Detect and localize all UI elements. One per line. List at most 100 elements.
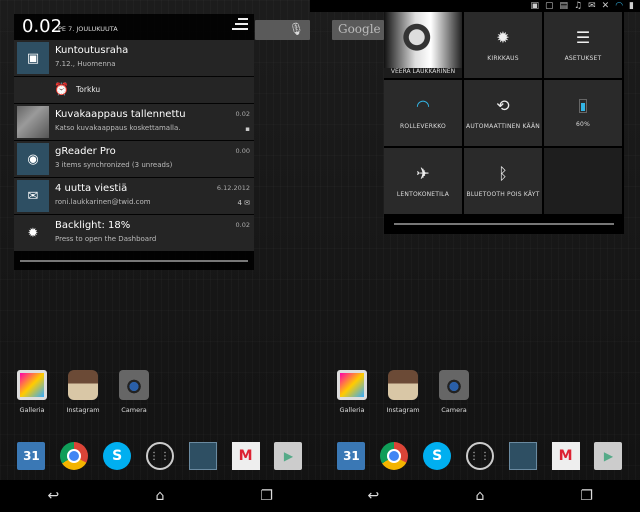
snooze-action[interactable]: ⏰ Torkku xyxy=(14,77,254,103)
gallery-icon xyxy=(337,370,367,400)
notification-item[interactable]: ✹ Backlight: 18% Press to open the Dashb… xyxy=(14,215,254,251)
reader-icon: ♫ xyxy=(574,1,583,11)
mic-icon[interactable]: 🎙 xyxy=(289,22,304,36)
profile-name: VEERA LAUKKARINEN xyxy=(390,68,456,75)
gallery-icon xyxy=(17,370,47,400)
play-store-icon[interactable]: ▶ xyxy=(594,442,623,470)
notification-subtitle: 7.12., Huomenna xyxy=(55,60,116,68)
settings-app-icon[interactable] xyxy=(508,442,537,470)
app-instagram[interactable]: Instagram xyxy=(61,370,105,414)
notification-subtitle: Press to open the Dashboard xyxy=(55,235,157,243)
notification-title: Kuntoutusraha xyxy=(55,45,129,56)
bluetooth-tile[interactable]: ᛒ BLUETOOTH POIS KÄYT xyxy=(464,148,542,214)
tile-label: ROLLEVERKKO xyxy=(400,123,446,130)
dock: 31 S ⋮⋮ M ▶ xyxy=(10,440,310,472)
notification-item[interactable]: Kuvakaappaus tallennettu Katso kuvakaapp… xyxy=(14,104,254,140)
skype-icon[interactable]: S xyxy=(423,442,452,470)
app-gallery[interactable]: Galleria xyxy=(330,370,374,414)
camera-icon xyxy=(439,370,469,400)
profile-tile[interactable]: VEERA LAUKKARINEN xyxy=(384,12,462,78)
bluetooth-icon: ᛒ xyxy=(498,164,508,183)
notification-item[interactable]: ◉ gReader Pro 3 items synchronized (3 un… xyxy=(14,141,254,177)
email-icon: ✉ xyxy=(17,180,49,212)
brightness-tile[interactable]: ✹ KIRKKAUS xyxy=(464,12,542,78)
google-label: Google xyxy=(338,22,381,36)
app-label: Galleria xyxy=(339,406,365,414)
quick-settings-panel: VEERA LAUKKARINEN ✹ KIRKKAUS ☰ ASETUKSET… xyxy=(384,12,624,234)
quick-settings-drag-handle[interactable] xyxy=(394,223,614,225)
battery-icon: ▮ xyxy=(629,1,634,11)
play-store-icon[interactable]: ▶ xyxy=(274,442,303,470)
settings-tile[interactable]: ☰ ASETUKSET xyxy=(544,12,622,78)
navigation-bar: ↩ ⌂ ❐ xyxy=(320,480,640,512)
tile-label: AUTOMAATTINEN KÄÄN xyxy=(466,123,540,130)
rss-icon: ◉ xyxy=(17,143,49,175)
instagram-icon xyxy=(388,370,418,400)
chrome-icon[interactable] xyxy=(60,442,89,470)
calendar-app-icon[interactable]: 31 xyxy=(337,442,366,470)
notification-time: 6.12.2012 xyxy=(216,184,250,192)
back-icon[interactable]: ↩ xyxy=(358,488,388,504)
tile-label: ASETUKSET xyxy=(564,55,602,62)
back-icon[interactable]: ↩ xyxy=(38,488,68,504)
clear-all-icon[interactable] xyxy=(232,18,248,32)
search-bar[interactable]: 🎙 xyxy=(255,20,310,40)
image-icon: ▪ xyxy=(245,125,250,133)
tile-label: 60% xyxy=(576,120,590,128)
wifi-tile[interactable]: ◠ ROLLEVERKKO xyxy=(384,80,462,146)
notification-title: gReader Pro xyxy=(55,146,116,157)
recent-apps-icon[interactable]: ❐ xyxy=(572,488,602,504)
notification-time: 0.02 xyxy=(235,110,250,118)
mail-icon: ✉ xyxy=(588,1,596,11)
snooze-label: Torkku xyxy=(76,85,101,94)
app-camera[interactable]: Camera xyxy=(432,370,476,414)
app-label: Camera xyxy=(441,406,467,414)
wifi-icon: ◠ xyxy=(416,96,430,115)
notification-subtitle: 3 items synchronized (3 unreads) xyxy=(55,161,173,169)
camera-icon xyxy=(119,370,149,400)
rotate-icon: ⟲ xyxy=(496,96,510,115)
app-instagram[interactable]: Instagram xyxy=(381,370,425,414)
gmail-icon[interactable]: M xyxy=(231,442,260,470)
navigation-bar: ↩ ⌂ ❐ xyxy=(0,480,320,512)
app-camera[interactable]: Camera xyxy=(112,370,156,414)
airplane-tile[interactable]: ✈ LENTOKONETILA xyxy=(384,148,462,214)
home-icon[interactable]: ⌂ xyxy=(145,488,175,504)
clock-time: 0.02 xyxy=(22,16,63,37)
screenshot-thumbnail xyxy=(17,106,49,138)
notification-time: 0.00 xyxy=(235,147,250,155)
avatar xyxy=(384,12,462,68)
alarm-icon: ⏰ xyxy=(54,82,69,96)
notification-title: 4 uutta viestiä xyxy=(55,183,128,194)
app-label: Camera xyxy=(121,406,147,414)
notification-item[interactable]: ✉ 4 uutta viestiä roni.laukkarinen@twid.… xyxy=(14,178,254,214)
shade-header: 0.02 PE 7. JOULUKUUTA xyxy=(14,14,254,40)
calendar-icon: ▣ xyxy=(17,42,49,74)
settings-app-icon[interactable] xyxy=(188,442,217,470)
app-gallery[interactable]: Galleria xyxy=(10,370,54,414)
app-drawer-icon[interactable]: ⋮⋮ xyxy=(145,442,174,470)
home-icon[interactable]: ⌂ xyxy=(465,488,495,504)
bluetooth-off-icon: ✕ xyxy=(601,1,610,11)
tile-label: LENTOKONETILA xyxy=(396,191,450,198)
notification-shade: 0.02 PE 7. JOULUKUUTA ▣ Kuntoutusraha 7.… xyxy=(14,14,254,270)
screenshot-icon: ▢ xyxy=(544,1,554,11)
notification-title: Kuvakaappaus tallennettu xyxy=(55,109,186,120)
battery-icon xyxy=(579,98,587,113)
skype-icon[interactable]: S xyxy=(103,442,132,470)
auto-rotate-tile[interactable]: ⟲ AUTOMAATTINEN KÄÄN xyxy=(464,80,542,146)
google-search-bar[interactable]: Google xyxy=(332,20,384,40)
chrome-icon[interactable] xyxy=(380,442,409,470)
app-drawer-icon[interactable]: ⋮⋮ xyxy=(465,442,494,470)
notification-item[interactable]: ▣ Kuntoutusraha 7.12., Huomenna xyxy=(14,40,254,76)
recent-apps-icon[interactable]: ❐ xyxy=(252,488,282,504)
dock: 31 S ⋮⋮ M ▶ xyxy=(330,440,630,472)
calendar-app-icon[interactable]: 31 xyxy=(17,442,46,470)
app-label: Instagram xyxy=(66,406,100,414)
image-icon: ▤ xyxy=(559,1,569,11)
message-count: 4 ✉ xyxy=(237,199,250,207)
battery-tile[interactable]: 60% xyxy=(544,80,622,146)
gmail-icon[interactable]: M xyxy=(551,442,580,470)
shade-drag-handle[interactable] xyxy=(14,252,254,270)
app-label: Galleria xyxy=(19,406,45,414)
